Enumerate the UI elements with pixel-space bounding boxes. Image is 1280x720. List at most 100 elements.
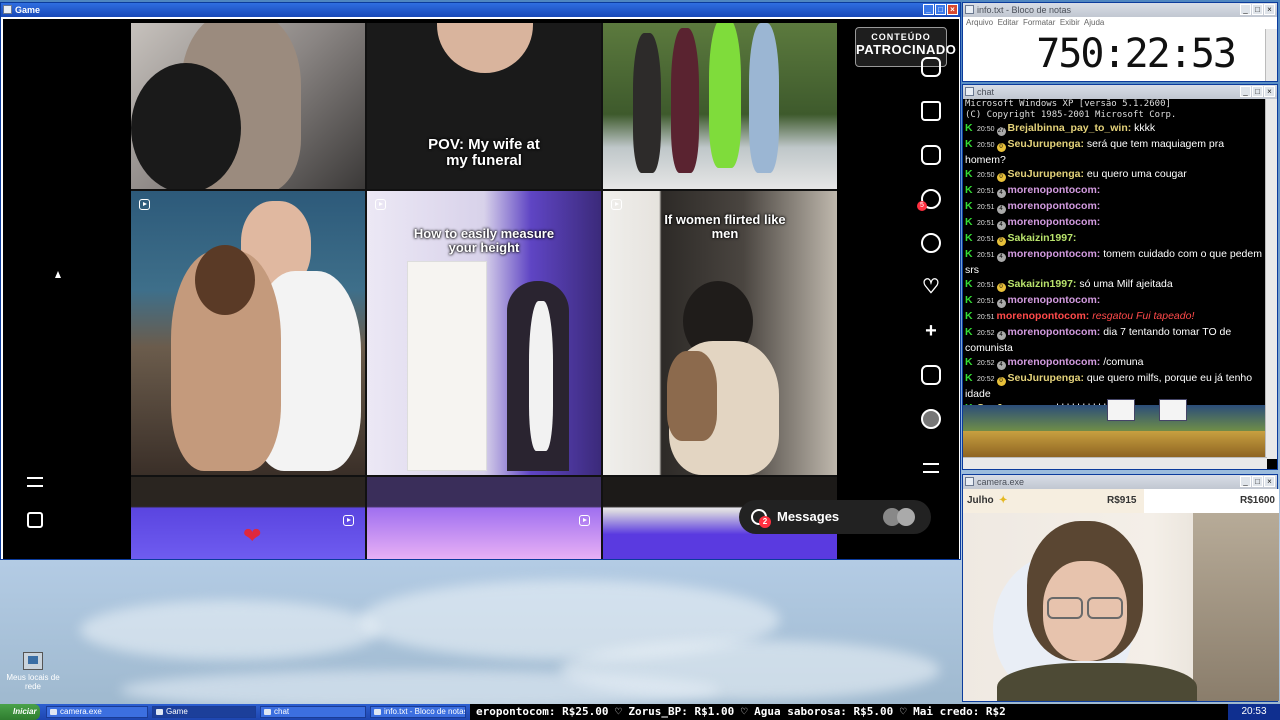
messages-badge: 2: [759, 516, 771, 528]
chat-badge: 4: [996, 331, 1006, 340]
reel-icon: [139, 199, 150, 210]
profile-avatar[interactable]: [921, 409, 941, 429]
maximize-button[interactable]: □: [1252, 86, 1263, 97]
chat-time: 20:51: [977, 252, 995, 259]
chat-text: resgatou Fui tapeado!: [1092, 310, 1195, 322]
menu-view[interactable]: Exibir: [1060, 18, 1080, 27]
maximize-button[interactable]: □: [1252, 4, 1263, 15]
close-button[interactable]: ×: [1264, 4, 1275, 15]
close-button[interactable]: ×: [947, 4, 958, 15]
chat-username[interactable]: morenopontocom:: [1008, 294, 1101, 306]
menu-edit[interactable]: Editar: [998, 18, 1019, 27]
chat-username[interactable]: morenopontocom:: [1008, 248, 1101, 260]
chat-message: K 20:52 4 morenopontocom: dia 7 tentando to…: [963, 325, 1267, 355]
chat-badge: 4: [996, 205, 1006, 214]
platform-icon: K: [965, 326, 973, 338]
post-tile[interactable]: ❤: [131, 477, 365, 559]
chat-username[interactable]: morenopontocom:: [997, 310, 1090, 322]
avatar: [897, 508, 915, 526]
minimize-button[interactable]: _: [1240, 86, 1251, 97]
chat-username[interactable]: morenopontocom:: [1008, 356, 1101, 368]
post-tile[interactable]: If women flirted like men: [603, 191, 837, 475]
game-titlebar[interactable]: Game _ □ ×: [1, 3, 960, 17]
close-button[interactable]: ×: [1264, 86, 1275, 97]
explore-grid: POV: My wife at my funeral How to easily…: [131, 23, 837, 559]
maximize-button[interactable]: □: [1252, 476, 1263, 487]
platform-icon: K: [965, 356, 973, 368]
chat-username[interactable]: SeuJurupenga:: [1008, 168, 1084, 180]
chat-username[interactable]: morenopontocom:: [1008, 216, 1101, 228]
post-caption: POV: My wife at my funeral: [428, 136, 540, 169]
chat-username[interactable]: Sakaizin1997:: [1008, 232, 1077, 244]
heart-icon[interactable]: ♡: [921, 277, 941, 297]
camera-titlebar[interactable]: camera.exe _ □ ×: [963, 475, 1277, 489]
dashboard-icon[interactable]: [921, 365, 941, 385]
task-chat[interactable]: chat: [260, 706, 366, 718]
more-menu-icon[interactable]: [923, 463, 939, 473]
chat-badge: 0: [996, 237, 1006, 246]
apps-icon[interactable]: [27, 512, 43, 528]
task-camera[interactable]: camera.exe: [46, 706, 148, 718]
post-tile[interactable]: How to easily measure your height: [367, 191, 601, 475]
minimize-button[interactable]: _: [1240, 476, 1251, 487]
glasses: [1047, 597, 1083, 619]
menu-help[interactable]: Ajuda: [1084, 18, 1104, 27]
minimize-button[interactable]: _: [923, 4, 934, 15]
chat-scrollbar-vertical[interactable]: [1265, 99, 1277, 459]
home-icon[interactable]: [921, 101, 941, 121]
chat-username[interactable]: morenopontocom:: [1008, 326, 1101, 338]
game-window-title: Game: [15, 5, 41, 15]
notepad-scrollbar[interactable]: [1265, 29, 1277, 81]
platform-icon: K: [965, 184, 973, 196]
menu-format[interactable]: Formatar: [1023, 18, 1055, 27]
chat-message: K 20:51 4 morenopontocom:: [963, 183, 1267, 199]
notepad-titlebar[interactable]: info.txt - Bloco de notas _ □ ×: [963, 3, 1277, 17]
post-tile[interactable]: POV: My wife at my funeral: [367, 23, 601, 189]
chat-username[interactable]: morenopontocom:: [1008, 200, 1101, 212]
chat-username[interactable]: Brejalbinna_pay_to_win:: [1008, 122, 1132, 134]
close-button[interactable]: ×: [1264, 476, 1275, 487]
chat-scrollbar-horizontal[interactable]: [963, 457, 1267, 469]
reels-icon[interactable]: [921, 145, 941, 165]
notepad-menubar: Arquivo Editar Formatar Exibir Ajuda: [963, 17, 1277, 29]
menu-icon[interactable]: [27, 477, 43, 487]
camera-window: camera.exe _ □ × Julho ✦ R$915 R$1600: [962, 474, 1279, 702]
post-tile[interactable]: [131, 191, 365, 475]
chat-username[interactable]: SeuJurupenga:: [1008, 372, 1084, 384]
search-icon[interactable]: [921, 233, 941, 253]
chat-time: 20:51: [977, 298, 995, 305]
chat-time: 20:51: [977, 282, 995, 289]
chat-username[interactable]: Sakaizin1997:: [1008, 278, 1077, 290]
task-game[interactable]: Game: [152, 706, 256, 718]
chat-message: K 20:51 4 morenopontocom: tomem cuidado com…: [963, 247, 1267, 277]
chat-badge: 0: [996, 283, 1006, 292]
start-button[interactable]: Iniciar: [0, 704, 40, 720]
chat-titlebar[interactable]: chat _ □ ×: [963, 85, 1277, 99]
chat-badge: 4: [996, 189, 1006, 198]
chat-message: K 20:51 4 morenopontocom:: [963, 199, 1267, 215]
create-icon[interactable]: +: [921, 321, 941, 341]
post-tile[interactable]: [603, 23, 837, 189]
chat-window: chat _ □ × Microsoft Windows XP [versão 5.…: [962, 84, 1278, 470]
chat-message: K 20:51 0 Sakaizin1997: só uma Milf ajeitad…: [963, 277, 1267, 293]
instagram-icon[interactable]: [921, 57, 941, 77]
post-tile[interactable]: [131, 23, 365, 189]
menu-file[interactable]: Arquivo: [966, 18, 993, 27]
chat-time: 20:51: [977, 204, 995, 211]
maximize-button[interactable]: □: [935, 4, 946, 15]
post-caption: How to easily measure your height: [413, 226, 555, 255]
goal-target: R$1600: [1239, 495, 1275, 506]
platform-icon: K: [965, 278, 973, 290]
platform-icon: K: [965, 232, 973, 244]
chat-message: K 20:50 0 SeuJurupenga: será que tem maquia…: [963, 137, 1267, 167]
desktop-network-icon[interactable]: Meus locais de rede: [6, 652, 60, 691]
chat-username[interactable]: morenopontocom:: [1008, 184, 1101, 196]
reel-icon: [579, 515, 590, 526]
minimize-button[interactable]: _: [1240, 4, 1251, 15]
chat-username[interactable]: SeuJurupenga:: [1008, 138, 1084, 150]
task-notepad[interactable]: info.txt - Bloco de notas: [370, 706, 466, 718]
subathon-timer: 750:22:53: [1036, 31, 1237, 77]
chat-title: chat: [977, 87, 995, 97]
post-tile[interactable]: [367, 477, 601, 559]
messages-button[interactable]: 2 Messages: [739, 500, 931, 534]
